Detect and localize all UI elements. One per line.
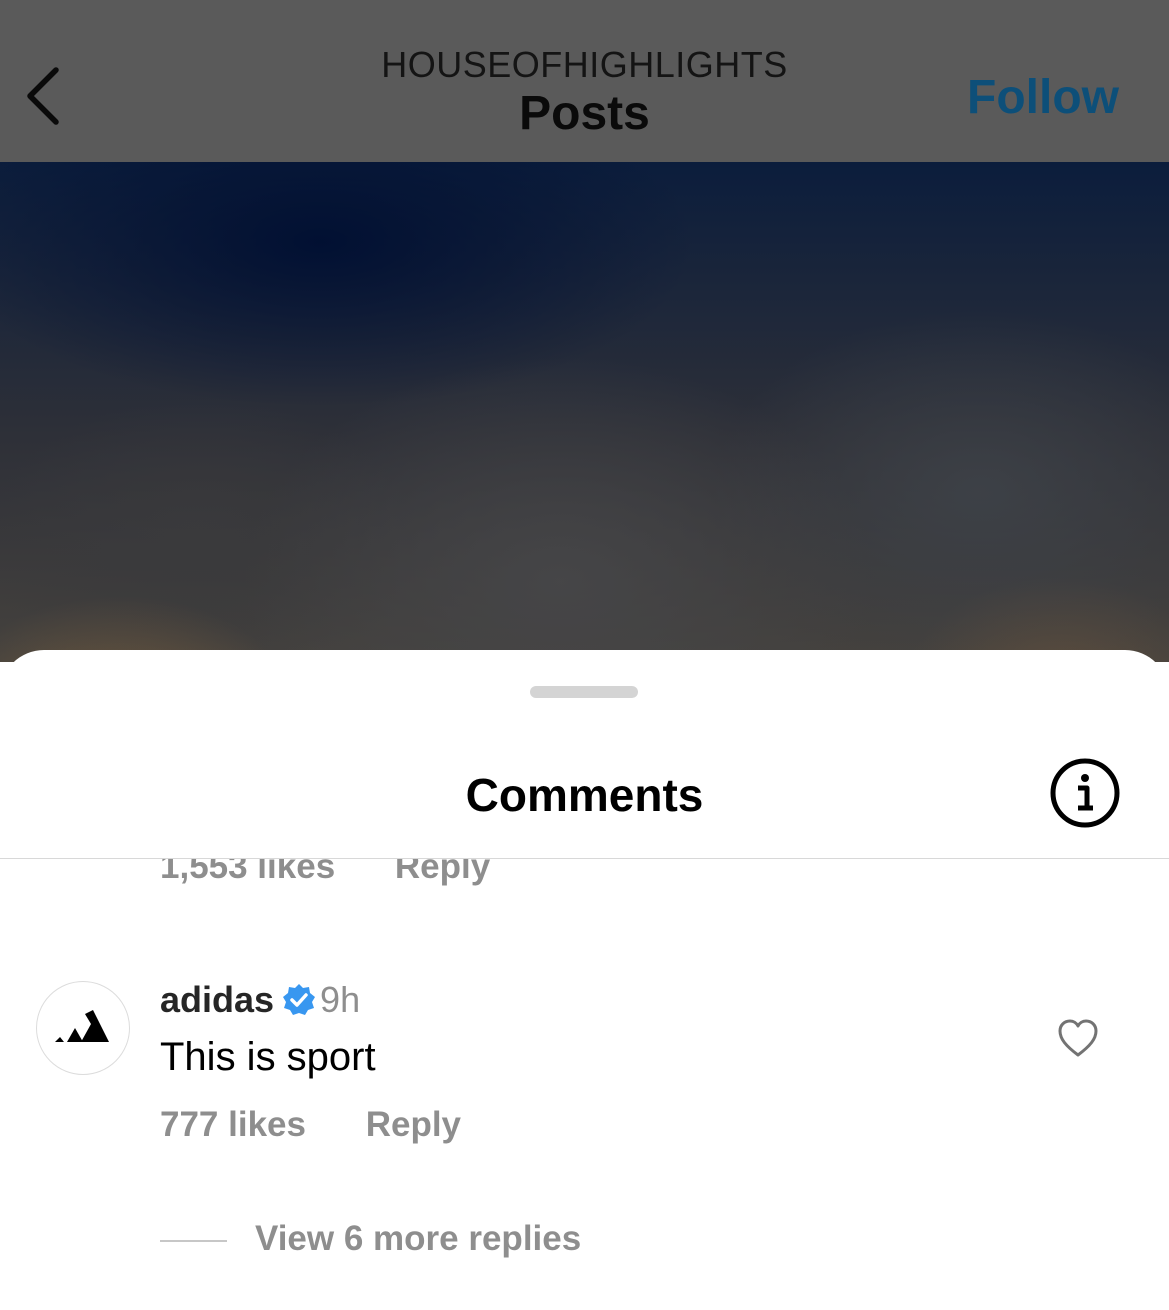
info-icon xyxy=(1050,758,1120,828)
avatar[interactable] xyxy=(36,981,130,1075)
comment-meta-row: 777 likes Reply xyxy=(160,1105,511,1145)
comments-title: Comments xyxy=(465,769,704,821)
likes-count[interactable]: 777 likes xyxy=(160,1105,306,1144)
info-button[interactable] xyxy=(1048,756,1122,830)
heart-icon xyxy=(1058,1019,1098,1057)
likes-count[interactable]: 1,553 likes xyxy=(160,859,335,886)
post-image xyxy=(0,162,1169,662)
view-replies-label: View 6 more replies xyxy=(255,1219,582,1258)
comment-time: 9h xyxy=(320,979,361,1020)
comment-meta-row: 1,553 likes Reply xyxy=(160,859,540,887)
follow-button[interactable]: Follow xyxy=(967,70,1119,125)
comment-header: adidas 9h xyxy=(160,979,360,1026)
comments-sheet: Comments 1,553 likes Reply adidas 9h Thi… xyxy=(0,650,1169,1310)
top-nav-bar: HOUSEOFHIGHLIGHTS Posts Follow xyxy=(0,0,1169,162)
comment-username[interactable]: adidas xyxy=(160,979,274,1020)
replies-divider-line xyxy=(160,1239,227,1242)
comment-text: This is sport xyxy=(160,1035,376,1079)
like-button[interactable] xyxy=(1056,1017,1100,1061)
reply-button[interactable]: Reply xyxy=(395,859,490,886)
adidas-logo-icon xyxy=(55,1010,109,1042)
reply-button[interactable]: Reply xyxy=(366,1105,461,1144)
view-more-replies-button[interactable]: View 6 more replies xyxy=(160,1219,581,1259)
comment-list[interactable]: 1,553 likes Reply adidas 9h This is spor… xyxy=(0,859,1169,1309)
verified-badge-icon xyxy=(282,983,316,1026)
sheet-grabber-handle[interactable] xyxy=(530,686,638,698)
